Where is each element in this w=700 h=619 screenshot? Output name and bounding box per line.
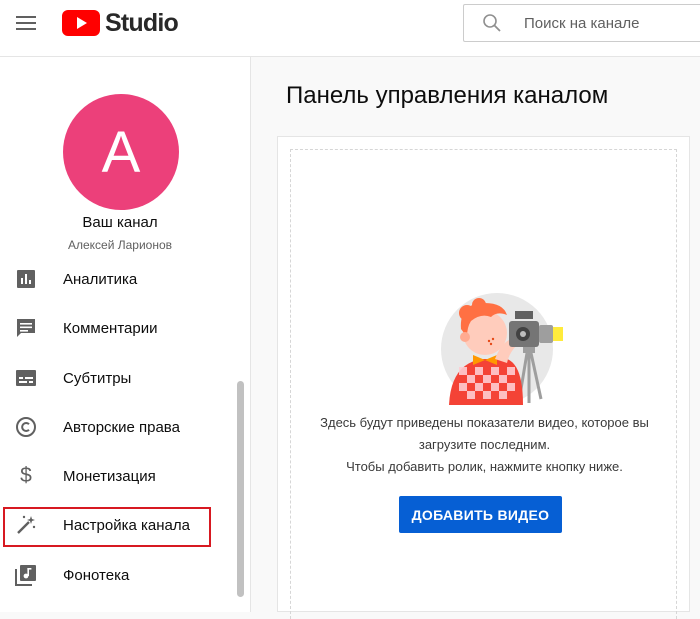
- analytics-icon: [15, 268, 37, 290]
- sidebar-item-copyright[interactable]: Авторские права: [0, 403, 240, 451]
- empty-state-text: загрузите последним.: [418, 437, 551, 452]
- top-bar: Studio Поиск на канале: [0, 0, 700, 57]
- comments-icon: [15, 317, 37, 339]
- studio-logo-text: Studio: [105, 8, 179, 37]
- studio-logo[interactable]: Studio: [62, 8, 179, 37]
- subtitles-icon: [15, 367, 37, 389]
- sidebar-item-label: Фонотека: [63, 566, 130, 584]
- sidebar-item-comments[interactable]: Комментарии: [0, 304, 240, 352]
- sidebar-item-label: Авторские права: [63, 418, 180, 436]
- channel-name: Алексей Ларионов: [67, 238, 173, 252]
- channel-title: Ваш канал: [82, 214, 158, 231]
- avatar[interactable]: A: [63, 94, 179, 210]
- sidebar-item-label: Комментарии: [63, 319, 158, 337]
- page-title: Панель управления каналом: [286, 82, 609, 109]
- upload-dropzone: Здесь будут приведены показатели видео, …: [290, 149, 677, 619]
- camera-operator-illustration: [441, 293, 563, 405]
- highlight-annotation: [3, 507, 211, 547]
- latest-video-card: Здесь будут приведены показатели видео, …: [277, 136, 690, 619]
- dollar-icon: $: [20, 464, 32, 487]
- empty-state-hint: Чтобы добавить ролик, нажмите кнопку ниж…: [346, 459, 623, 474]
- search-placeholder: Поиск на канале: [524, 14, 640, 32]
- sidebar-scrollbar[interactable]: [237, 381, 244, 597]
- sidebar-item-analytics[interactable]: Аналитика: [0, 255, 240, 303]
- sidebar: A Ваш канал Алексей Ларионов Аналитика К…: [0, 57, 251, 612]
- menu-icon[interactable]: [16, 16, 36, 32]
- sidebar-item-label: Субтитры: [63, 369, 132, 387]
- upload-video-button[interactable]: ДОБАВИТЬ ВИДЕО: [399, 496, 562, 533]
- search-input[interactable]: Поиск на канале: [463, 4, 700, 42]
- sidebar-item-subtitles[interactable]: Субтитры: [0, 354, 240, 402]
- sidebar-item-label: Аналитика: [63, 270, 138, 288]
- search-icon: [483, 14, 501, 32]
- youtube-logo-icon: [62, 10, 100, 36]
- avatar-letter: A: [101, 119, 141, 185]
- sidebar-item-audio-library[interactable]: Фонотека: [0, 551, 240, 599]
- empty-state-text: Здесь будут приведены показатели видео, …: [320, 415, 649, 430]
- sidebar-item-monetization[interactable]: $ Монетизация: [0, 452, 240, 500]
- sidebar-item-label: Монетизация: [63, 467, 156, 485]
- audio-library-icon: [15, 564, 37, 586]
- copyright-icon: [15, 416, 37, 438]
